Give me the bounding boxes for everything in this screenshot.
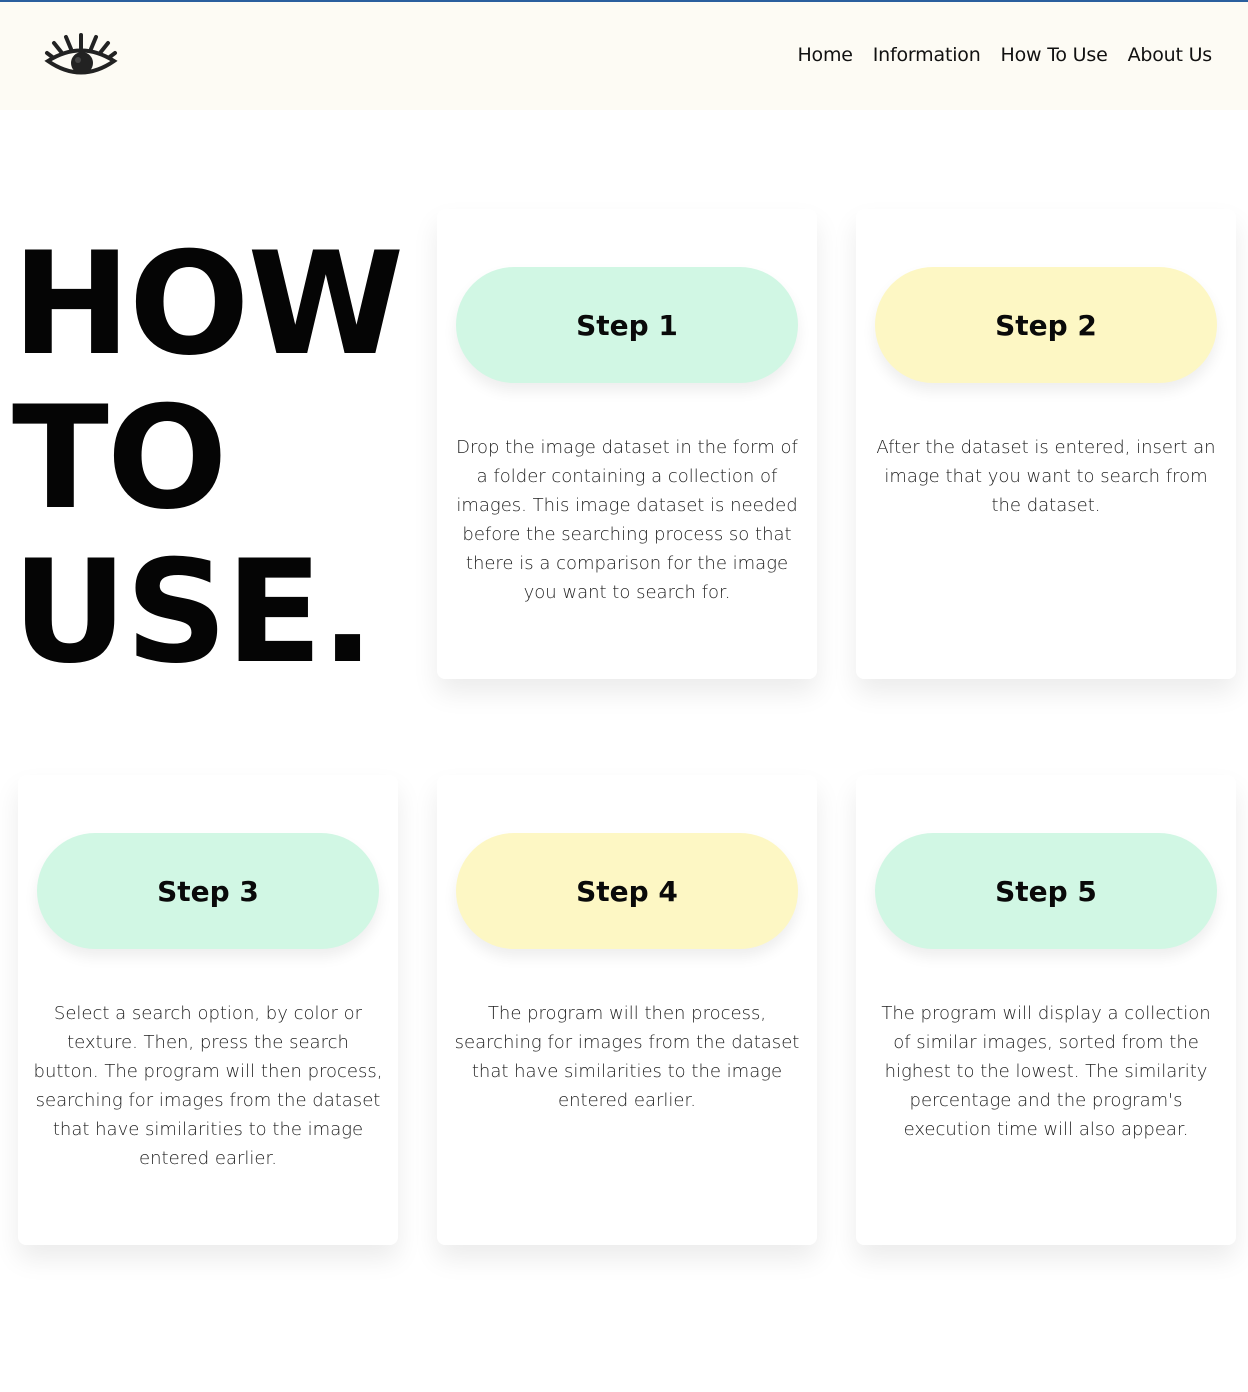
- step-5-pill: Step 5: [875, 833, 1217, 949]
- navbar: Home Information How To Use About Us: [0, 2, 1248, 110]
- step-card-3: Step 3 Select a search option, by color …: [18, 775, 398, 1245]
- step-1-description: Drop the image dataset in the form of a …: [456, 437, 798, 603]
- step-card-4: Step 4 The program will then process, se…: [437, 775, 817, 1245]
- step-3-description: Select a search option, by color or text…: [33, 1003, 383, 1169]
- page-title-line: HOW: [12, 222, 404, 387]
- step-1-pill: Step 1: [456, 267, 798, 383]
- step-4-description: The program will then process, searching…: [454, 1003, 800, 1111]
- step-5-description: The program will display a collection of…: [881, 1003, 1211, 1140]
- nav-menu: Home Information How To Use About Us: [797, 44, 1212, 66]
- step-card-5: Step 5 The program will display a collec…: [856, 775, 1236, 1245]
- step-4-pill: Step 4: [456, 833, 798, 949]
- step-2-pill: Step 2: [875, 267, 1217, 383]
- page-title: HOW TO USE.: [12, 228, 422, 690]
- eye-icon[interactable]: [44, 32, 118, 82]
- page-title-line: USE.: [12, 530, 375, 695]
- page-title-line: TO: [12, 376, 228, 541]
- nav-link-about-us[interactable]: About Us: [1128, 44, 1213, 66]
- step-card-1: Step 1 Drop the image dataset in the for…: [437, 209, 817, 679]
- step-3-pill: Step 3: [37, 833, 379, 949]
- nav-link-how-to-use[interactable]: How To Use: [1001, 44, 1108, 66]
- nav-link-home[interactable]: Home: [797, 44, 853, 66]
- step-2-description: After the dataset is entered, insert an …: [876, 437, 1216, 516]
- step-card-2: Step 2 After the dataset is entered, ins…: [856, 209, 1236, 679]
- nav-link-information[interactable]: Information: [873, 44, 981, 66]
